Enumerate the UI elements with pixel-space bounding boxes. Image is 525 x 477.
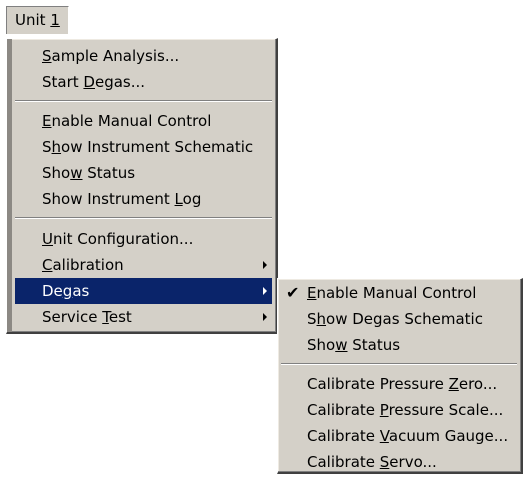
unit-1-dropdown-menu: Sample Analysis... Start Degas... Enable… xyxy=(6,38,278,334)
submenu-item-calibrate-servo[interactable]: Calibrate Servo... xyxy=(281,449,518,475)
menu-item-service-test[interactable]: Service Test xyxy=(15,304,272,330)
menu-item-degas[interactable]: Degas xyxy=(15,278,272,304)
submenu-arrow-icon xyxy=(263,261,267,269)
submenu-arrow-icon xyxy=(263,287,267,295)
menu-side-bar xyxy=(7,39,12,332)
menu-item-unit-configuration[interactable]: Unit Configuration... xyxy=(15,226,272,252)
menubar-unit-1[interactable]: Unit 1 xyxy=(6,6,69,34)
submenu-item-calibrate-pressure-scale[interactable]: Calibrate Pressure Scale... xyxy=(281,397,518,423)
menu-item-show-instrument-schematic[interactable]: Show Instrument Schematic xyxy=(15,134,272,160)
menu-item-label: Sample Analysis... xyxy=(42,47,180,65)
menu-item-show-instrument-log[interactable]: Show Instrument Log xyxy=(15,186,272,212)
menu-item-label: Enable Manual Control xyxy=(42,112,212,130)
submenu-item-calibrate-pressure-zero[interactable]: Calibrate Pressure Zero... xyxy=(281,371,518,397)
menu-item-start-degas[interactable]: Start Degas... xyxy=(15,69,272,95)
menu-item-label: Show Degas Schematic xyxy=(307,310,483,328)
screen: Unit 1 Sample Analysis... Start Degas...… xyxy=(0,0,525,477)
menu-item-enable-manual-control[interactable]: Enable Manual Control xyxy=(15,108,272,134)
menu-item-label: Calibrate Vacuum Gauge... xyxy=(307,427,509,445)
menu-item-label: Enable Manual Control xyxy=(307,284,477,302)
submenu-item-enable-manual-control[interactable]: ✔ Enable Manual Control xyxy=(281,280,518,306)
submenu-item-show-status[interactable]: Show Status xyxy=(281,332,518,358)
menu-item-label: Show Instrument Log xyxy=(42,190,202,208)
menubar-unit-1-label-pre: Unit xyxy=(15,11,51,29)
menu-item-show-status[interactable]: Show Status xyxy=(15,160,272,186)
menu-item-label: Calibrate Pressure Scale... xyxy=(307,401,504,419)
submenu-arrow-icon xyxy=(263,313,267,321)
menu-item-label: Start Degas... xyxy=(42,73,146,91)
menu-item-label: Unit Configuration... xyxy=(42,230,194,248)
menubar-unit-1-label-mnemonic: 1 xyxy=(50,11,60,29)
menu-item-label: Calibration xyxy=(42,256,124,274)
menu-separator xyxy=(281,363,517,365)
menu-item-label: Degas xyxy=(42,282,90,300)
menu-item-label: Calibrate Servo... xyxy=(307,453,437,471)
menu-item-label: Show Status xyxy=(307,336,401,354)
menu-item-calibration[interactable]: Calibration xyxy=(15,252,272,278)
submenu-item-show-degas-schematic[interactable]: Show Degas Schematic xyxy=(281,306,518,332)
menu-item-label: Show Instrument Schematic xyxy=(42,138,254,156)
menu-item-label: Show Status xyxy=(42,164,136,182)
menu-separator xyxy=(15,217,272,219)
menu-item-sample-analysis[interactable]: Sample Analysis... xyxy=(15,43,272,69)
menu-item-label: Calibrate Pressure Zero... xyxy=(307,375,498,393)
submenu-item-calibrate-vacuum-gauge[interactable]: Calibrate Vacuum Gauge... xyxy=(281,423,518,449)
menu-item-label: Service Test xyxy=(42,308,132,326)
degas-submenu: ✔ Enable Manual Control Show Degas Schem… xyxy=(277,278,523,474)
checkmark-icon: ✔ xyxy=(286,283,300,302)
menu-separator xyxy=(15,100,272,102)
